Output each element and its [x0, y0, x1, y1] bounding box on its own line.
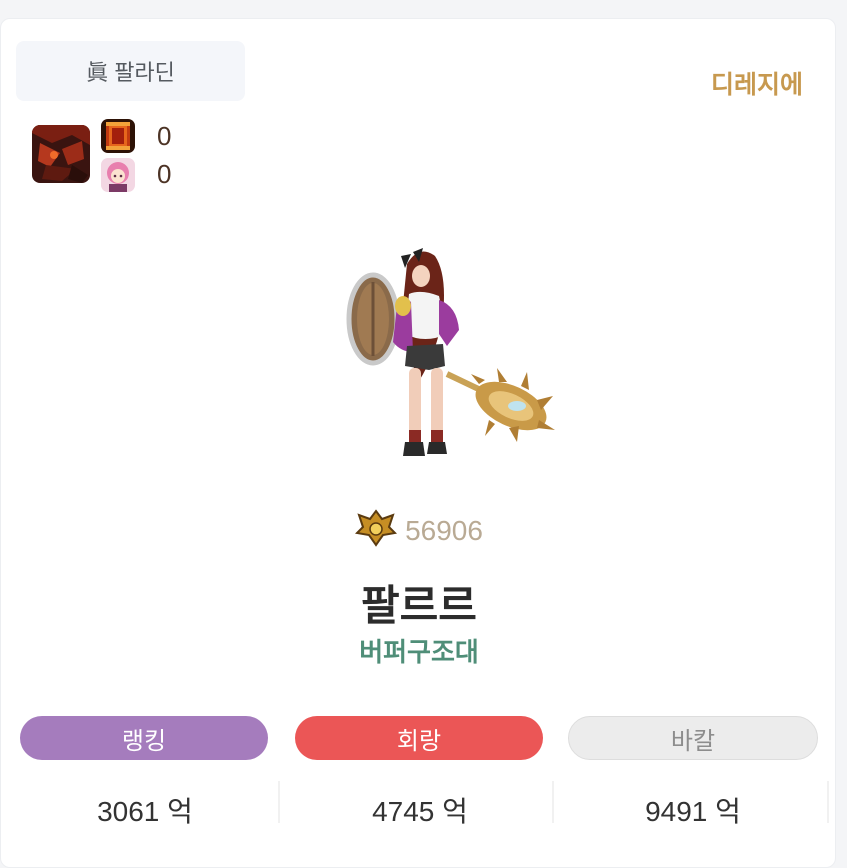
golden-crest-icon — [354, 509, 398, 552]
ranking-value: 3061 억 — [97, 796, 193, 827]
fame-value: 56906 — [405, 514, 483, 546]
red-banner-icon — [101, 119, 135, 153]
pink-girl-icon — [101, 158, 135, 192]
role-label: 디레지에 — [710, 71, 803, 99]
class-name: 眞 팔라딘 — [86, 60, 175, 85]
fame-display: 56906 — [1, 509, 837, 552]
demon-mask-icon — [32, 125, 90, 183]
bakal-value: 9491 억 — [645, 796, 741, 827]
divider — [552, 781, 554, 823]
corridor-value: 4745 억 — [372, 796, 468, 827]
corridor-pill[interactable]: 회랑 — [295, 716, 543, 760]
paladin-character-sprite — [339, 234, 564, 479]
divider — [827, 781, 829, 823]
ranking-pill[interactable]: 랭킹 — [20, 716, 268, 760]
stat-ranking: 랭킹 3061 억 — [20, 716, 270, 830]
item-count-2: 0 — [157, 159, 172, 189]
character-name: 팔르르 — [361, 582, 477, 629]
item-count-1: 0 — [157, 121, 172, 151]
bakal-pill[interactable]: 바칼 — [568, 716, 818, 760]
guild-name[interactable]: 버퍼구조대 — [1, 632, 837, 669]
class-badge: 眞 팔라딘 — [16, 41, 245, 101]
character-card[interactable]: 眞 팔라딘 디레지에 0 0 56906 팔르르 버퍼구조대 랭킹 3061 억… — [0, 18, 836, 868]
stat-bakal: 바칼 9491 억 — [568, 716, 818, 830]
stat-corridor: 회랑 4745 억 — [295, 716, 545, 830]
divider — [278, 781, 280, 823]
